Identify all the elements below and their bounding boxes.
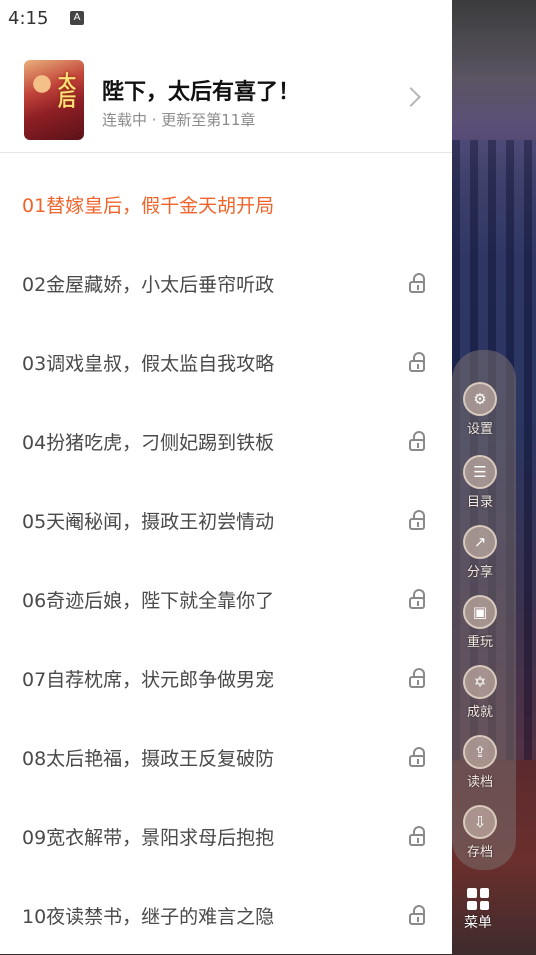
chapter-item[interactable]: 06奇迹后娘，陛下就全靠你了 xyxy=(0,560,452,639)
chapter-drawer: 4:15 A 太后 陛下，太后有喜了！ 连载中 · 更新至第11章 01替嫁皇后… xyxy=(0,0,452,954)
menu-achievement[interactable]: ✡ 成就 xyxy=(452,665,508,729)
chapter-title: 09宽衣解带，景阳求母后抱抱 xyxy=(22,827,275,849)
save-icon: ⇩ xyxy=(463,805,497,839)
menu-share[interactable]: ↗ 分享 xyxy=(452,525,508,589)
chapter-title: 01替嫁皇后，假千金天胡开局 xyxy=(22,195,275,217)
menu-replay[interactable]: ▣ 重玩 xyxy=(452,595,508,659)
book-header[interactable]: 太后 陛下，太后有喜了！ 连载中 · 更新至第11章 xyxy=(0,52,452,152)
chapter-title: 08太后艳福，摄政王反复破防 xyxy=(22,748,275,770)
status-time: 4:15 xyxy=(8,8,49,29)
chapter-list: 01替嫁皇后，假千金天胡开局 02金屋藏娇，小太后垂帘听政 03调戏皇叔，假太监… xyxy=(0,165,452,955)
list-icon: ☰ xyxy=(463,455,497,489)
menu-toggle-button[interactable]: 菜单 xyxy=(452,888,504,948)
book-update-status: 连载中 · 更新至第11章 xyxy=(102,111,256,129)
menu-settings[interactable]: ⚙ 设置 xyxy=(452,382,508,446)
book-cover: 太后 xyxy=(24,60,84,140)
chapter-item[interactable]: 07自荐枕席，状元郎争做男宠 xyxy=(0,639,452,718)
chapter-title: 07自荐枕席，状元郎争做男宠 xyxy=(22,669,275,691)
menu-save[interactable]: ⇩ 存档 xyxy=(452,805,508,869)
chapter-title: 03调戏皇叔，假太监自我攻略 xyxy=(22,353,275,375)
chevron-right-icon xyxy=(401,87,421,107)
chapter-item[interactable]: 04扮猪吃虎，刁侧妃踢到铁板 xyxy=(0,402,452,481)
lock-icon xyxy=(408,746,428,769)
lock-icon xyxy=(408,904,428,927)
chapter-title: 05天阉秘闻，摄政王初尝情动 xyxy=(22,511,275,533)
cover-art: 太后 xyxy=(55,72,76,108)
status-bar: 4:15 A xyxy=(0,0,452,36)
share-icon: ↗ xyxy=(463,525,497,559)
lock-icon xyxy=(408,272,428,295)
chapter-item[interactable]: 05天阉秘闻，摄政王初尝情动 xyxy=(0,481,452,560)
lock-icon xyxy=(408,351,428,374)
chapter-title: 02金屋藏娇，小太后垂帘听政 xyxy=(22,274,275,296)
chapter-item[interactable]: 03调戏皇叔，假太监自我攻略 xyxy=(0,323,452,402)
chapter-item[interactable]: 10夜读禁书，继子的难言之隐 xyxy=(0,876,452,955)
load-icon: ⇪ xyxy=(463,735,497,769)
notification-icon: A xyxy=(70,11,84,25)
chapter-item[interactable]: 01替嫁皇后，假千金天胡开局 xyxy=(0,165,452,244)
chapter-title: 04扮猪吃虎，刁侧妃踢到铁板 xyxy=(22,432,275,454)
chapter-title: 06奇迹后娘，陛下就全靠你了 xyxy=(22,590,275,612)
lock-icon xyxy=(408,509,428,532)
grid-icon xyxy=(467,888,489,910)
chapter-title: 10夜读禁书，继子的难言之隐 xyxy=(22,906,275,928)
lock-icon xyxy=(408,825,428,848)
lock-icon xyxy=(408,667,428,690)
lock-icon xyxy=(408,430,428,453)
chapter-item[interactable]: 02金屋藏娇，小太后垂帘听政 xyxy=(0,244,452,323)
divider xyxy=(0,152,452,153)
lock-icon xyxy=(408,588,428,611)
chapter-item[interactable]: 09宽衣解带，景阳求母后抱抱 xyxy=(0,797,452,876)
star-icon: ✡ xyxy=(463,665,497,699)
replay-icon: ▣ xyxy=(463,595,497,629)
book-title: 陛下，太后有喜了！ xyxy=(102,80,301,105)
chapter-item[interactable]: 08太后艳福，摄政王反复破防 xyxy=(0,718,452,797)
menu-load[interactable]: ⇪ 读档 xyxy=(452,735,508,799)
menu-catalog[interactable]: ☰ 目录 xyxy=(452,455,508,519)
gear-icon: ⚙ xyxy=(463,382,497,416)
